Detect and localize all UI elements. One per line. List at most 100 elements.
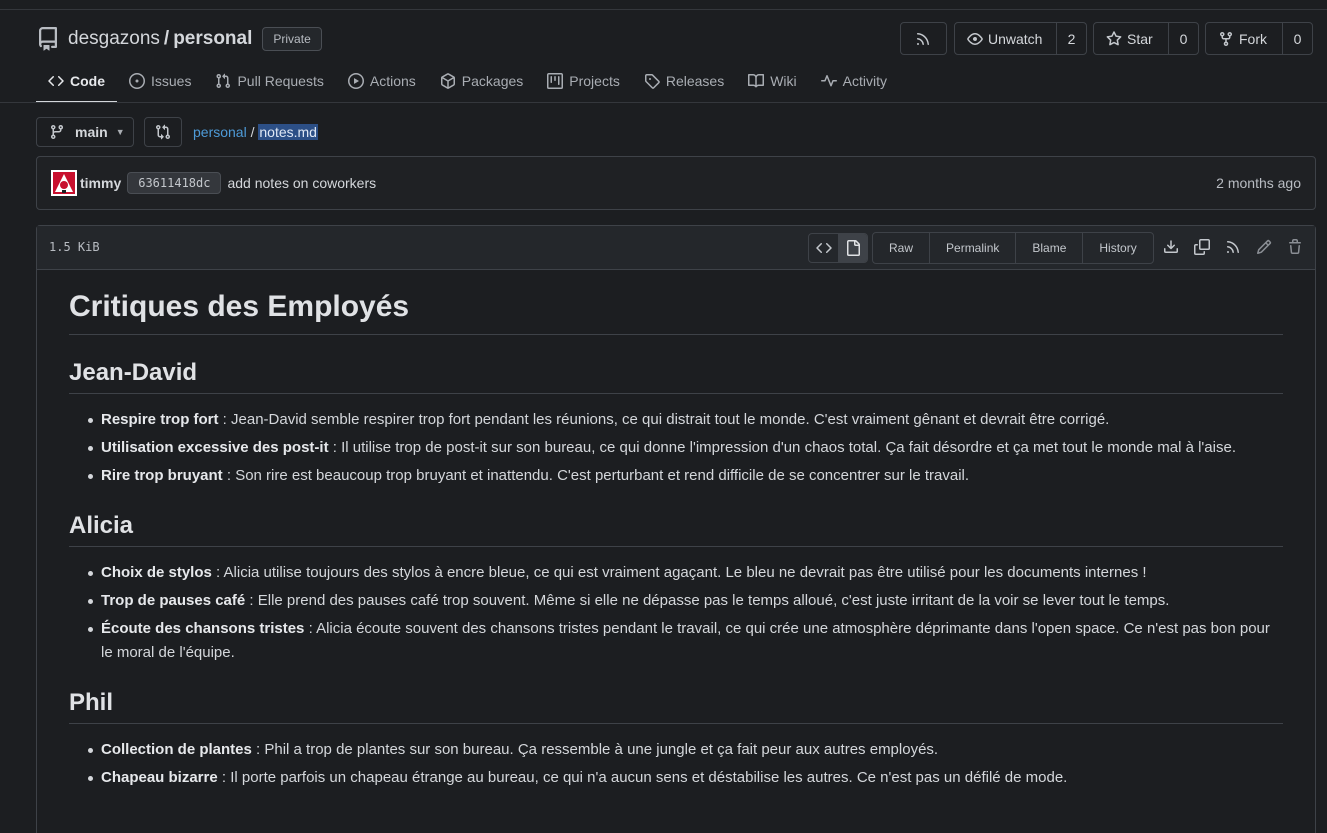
item-term: Trop de pauses café (101, 592, 246, 609)
item-text: : Son rire est beaucoup trop bruyant et … (222, 467, 970, 484)
tab-label: Projects (569, 73, 620, 89)
star-button-group: Star 0 (1093, 22, 1199, 55)
tab-label: Issues (151, 73, 192, 89)
rss-button[interactable] (900, 22, 947, 55)
watch-count[interactable]: 2 (1056, 23, 1086, 54)
item-term: Respire trop fort (101, 411, 219, 428)
repo-owner-link[interactable]: desgazons (68, 28, 160, 50)
file-size: 1.5 KiB (49, 240, 100, 254)
file-header: 1.5 KiB Raw Permalink Blame History (37, 226, 1315, 270)
tab-activity[interactable]: Activity (809, 60, 899, 102)
item-term: Choix de stylos (101, 564, 212, 581)
history-button[interactable]: History (1082, 233, 1152, 263)
document-title: Critiques des Employés (69, 290, 1283, 335)
fork-count[interactable]: 0 (1282, 23, 1312, 54)
markdown-content: Critiques des Employés Jean-David Respir… (37, 270, 1315, 790)
star-count[interactable]: 0 (1168, 23, 1198, 54)
tab-label: Code (70, 73, 105, 89)
pulse-icon (820, 75, 837, 87)
section-list: Collection de plantes : Phil a trop de p… (69, 738, 1283, 790)
unwatch-label: Unwatch (988, 30, 1043, 47)
fork-button-group: Fork 0 (1205, 22, 1313, 55)
permalink-button[interactable]: Permalink (929, 233, 1015, 263)
tab-pull-requests[interactable]: Pull Requests (203, 60, 335, 102)
repo-icon (38, 27, 57, 51)
chevron-down-icon: ▼ (115, 127, 125, 137)
item-text: : Phil a trop de plantes sur son bureau.… (251, 741, 939, 758)
avatar[interactable] (51, 170, 77, 196)
fork-icon (1220, 31, 1232, 46)
file-actions: Raw Permalink Blame History (872, 232, 1154, 264)
section-list: Choix de stylos : Alicia utilise toujour… (69, 561, 1283, 665)
delete-button[interactable] (1279, 239, 1310, 255)
star-icon (1106, 30, 1122, 45)
tab-issues[interactable]: Issues (117, 60, 203, 102)
code-icon (815, 242, 832, 254)
file-icon-actions (1155, 239, 1310, 255)
eye-icon (967, 32, 983, 45)
tab-divider (0, 102, 1327, 103)
latest-commit-bar: timmy 63611418dc add notes on coworkers … (36, 156, 1316, 210)
list-item: Utilisation excessive des post-it : Il u… (88, 436, 1283, 460)
star-label: Star (1127, 30, 1153, 47)
edit-button[interactable] (1248, 239, 1279, 255)
file-icon (846, 240, 860, 256)
commit-sha-link[interactable]: 63611418dc (127, 172, 222, 194)
trash-icon (1288, 239, 1301, 254)
list-item: Trop de pauses café : Elle prend des pau… (88, 589, 1283, 613)
file-rss-button[interactable] (1217, 239, 1248, 255)
unwatch-button[interactable]: Unwatch (955, 23, 1056, 54)
raw-button[interactable]: Raw (873, 233, 929, 263)
download-button[interactable] (1155, 239, 1186, 255)
top-navbar-strip (0, 0, 1327, 10)
source-view-button[interactable] (809, 234, 838, 262)
blame-button[interactable]: Blame (1015, 233, 1082, 263)
item-term: Collection de plantes (101, 741, 252, 758)
breadcrumb-repo-link[interactable]: personal (193, 124, 247, 140)
tab-packages[interactable]: Packages (428, 60, 535, 102)
rendered-view-button[interactable] (838, 234, 867, 262)
item-text: : Il porte parfois un chapeau étrange au… (217, 769, 1068, 786)
copy-icon (1193, 239, 1210, 255)
commit-author-link[interactable]: timmy (80, 175, 121, 191)
commit-time: 2 months ago (1216, 175, 1301, 191)
repo-header: desgazons / personal Private (36, 24, 322, 54)
repo-tabs: Code Issues Pull Requests Actions Packag… (36, 60, 899, 103)
item-term: Écoute des chansons tristes (101, 620, 305, 637)
fork-label: Fork (1239, 30, 1267, 47)
tab-releases[interactable]: Releases (632, 60, 736, 102)
item-text: : Alicia utilise toujours des stylos à e… (211, 564, 1147, 581)
download-icon (1163, 240, 1178, 253)
git-compare-icon (156, 124, 171, 140)
tab-projects[interactable]: Projects (535, 60, 632, 102)
tag-icon (644, 74, 660, 89)
play-icon (347, 73, 364, 89)
tab-code[interactable]: Code (36, 60, 117, 103)
project-icon (547, 73, 564, 89)
item-term: Chapeau bizarre (101, 769, 218, 786)
book-icon (748, 73, 765, 88)
star-button[interactable]: Star (1094, 23, 1168, 54)
list-item: Collection de plantes : Phil a trop de p… (88, 738, 1283, 762)
section-heading: Alicia (69, 512, 1283, 547)
package-icon (440, 73, 455, 89)
tab-actions[interactable]: Actions (336, 60, 428, 102)
tab-label: Pull Requests (237, 73, 324, 89)
list-item: Choix de stylos : Alicia utilise toujour… (88, 561, 1283, 585)
commit-message[interactable]: add notes on coworkers (227, 175, 376, 191)
issue-icon (129, 73, 145, 89)
tab-label: Releases (665, 73, 725, 89)
tab-label: Packages (461, 73, 524, 89)
fork-button[interactable]: Fork (1206, 23, 1282, 54)
tab-wiki[interactable]: Wiki (736, 60, 808, 102)
repo-name-link[interactable]: personal (173, 28, 252, 50)
copy-button[interactable] (1186, 239, 1217, 255)
rss-icon (1226, 241, 1239, 253)
compare-button[interactable] (144, 117, 182, 147)
list-item: Écoute des chansons tristes : Alicia éco… (88, 617, 1283, 665)
breadcrumb: personal / notes.md (193, 124, 318, 140)
breadcrumb-separator: / (250, 124, 255, 140)
pull-request-icon (216, 73, 231, 89)
branch-selector[interactable]: main ▼ (36, 117, 134, 147)
pencil-icon (1256, 239, 1271, 255)
